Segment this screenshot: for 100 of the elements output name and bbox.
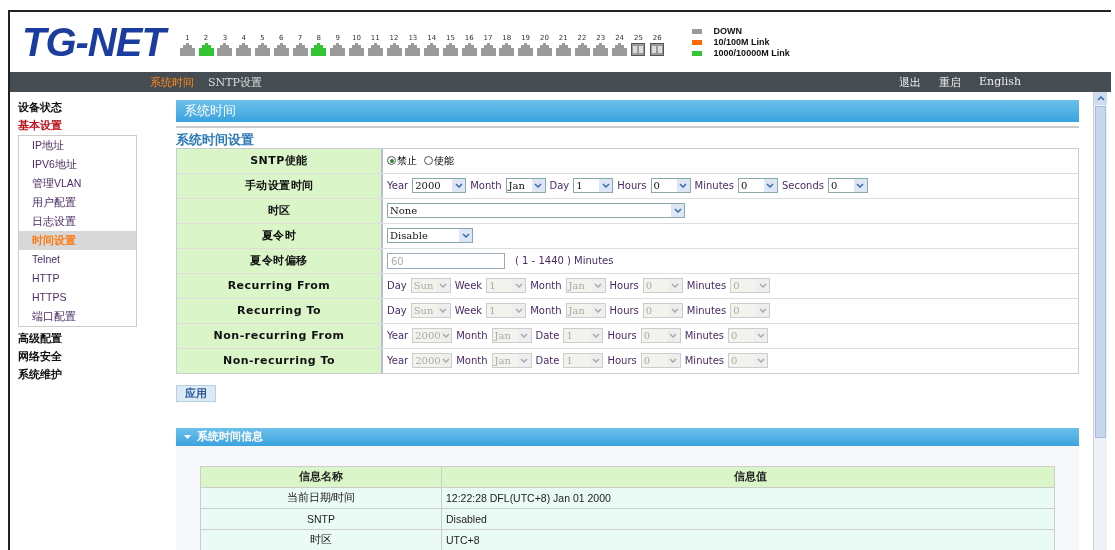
field-caption: Minutes <box>686 305 727 317</box>
legend-label: 1000/10000M Link <box>713 48 790 58</box>
dropdown[interactable]: 0 <box>737 178 778 194</box>
apply-button[interactable]: 应用 <box>176 384 216 402</box>
ethernet-port-icon <box>273 43 289 56</box>
ethernet-port-icon <box>442 43 458 56</box>
chevron-down-icon <box>534 183 542 189</box>
field-label: Non-recurring To <box>177 348 383 373</box>
menu-item[interactable]: 设备状态 <box>18 98 176 116</box>
field-caption: Year <box>387 330 409 342</box>
field-caption: Hours <box>609 305 639 317</box>
dropdown[interactable]: 1 <box>573 178 614 194</box>
submenu-item[interactable]: 管理VLAN <box>19 174 136 193</box>
ethernet-port-icon <box>480 43 496 56</box>
ethernet-port-icon <box>292 43 308 56</box>
ethernet-port-icon <box>198 43 214 56</box>
nav-link[interactable]: 退出 <box>899 74 922 90</box>
dropdown[interactable]: 0 <box>650 178 691 194</box>
column-header: 信息名称 <box>201 467 442 487</box>
ethernet-port-icon <box>236 43 252 56</box>
chevron-down-icon <box>673 208 682 214</box>
chevron-down-icon <box>520 333 528 339</box>
field-caption: Month <box>530 305 562 317</box>
dropdown[interactable]: 2000 <box>412 178 467 194</box>
chevron-down-icon <box>514 308 523 314</box>
dropdown[interactable]: 0 <box>827 178 868 194</box>
field-caption: Month <box>470 180 502 192</box>
ethernet-port-icon <box>348 43 364 56</box>
submenu-item[interactable]: IPV6地址 <box>19 155 136 174</box>
nav-tab[interactable]: 系统时间 <box>150 74 194 90</box>
field-label: 时区 <box>177 198 383 223</box>
menu-item[interactable]: 网络安全 <box>18 347 176 365</box>
page-title: 系统时间 <box>176 100 1079 122</box>
menu-item[interactable]: 基本设置 <box>18 116 176 134</box>
ethernet-port-icon <box>330 43 346 56</box>
chevron-down-icon <box>671 308 680 314</box>
field-caption: Week <box>454 280 483 292</box>
dropdown[interactable]: Disable <box>387 228 473 244</box>
menu-item[interactable]: 高级配置 <box>18 329 176 347</box>
ethernet-port-icon <box>555 43 571 56</box>
radio-option[interactable]: 禁止 <box>387 153 417 168</box>
field-label: 夏令时偏移 <box>177 248 383 273</box>
submenu-item[interactable]: 日志设置 <box>19 212 136 231</box>
submenu-item[interactable]: HTTPS <box>19 288 136 307</box>
legend-label: 10/100M Link <box>713 37 770 47</box>
chevron-down-icon <box>679 183 688 189</box>
chevron-down-icon <box>461 233 470 239</box>
chevron-down-icon <box>594 283 602 289</box>
ethernet-port-icon <box>217 43 233 56</box>
field-caption: Month <box>456 330 488 342</box>
nav-tab[interactable]: SNTP设置 <box>208 74 262 90</box>
ethernet-port-icon <box>593 43 609 56</box>
legend-label: DOWN <box>713 26 743 36</box>
chevron-down-icon <box>758 283 767 289</box>
submenu-item[interactable]: 端口配置 <box>19 307 136 326</box>
submenu-item[interactable]: IP地址 <box>19 136 136 155</box>
ethernet-port-icon <box>179 43 195 56</box>
submenu-item[interactable]: HTTP <box>19 269 136 288</box>
table-cell: 时区 <box>201 530 442 550</box>
field-caption: Year <box>387 180 409 192</box>
chevron-down-icon <box>441 358 450 364</box>
field-caption: Hours <box>617 180 647 192</box>
chevron-down-icon <box>758 308 767 314</box>
submenu-item[interactable]: Telnet <box>19 250 136 269</box>
field-caption: Minutes <box>694 180 734 192</box>
scrollbar[interactable] <box>1093 92 1107 550</box>
field-caption: Hours <box>607 355 637 367</box>
field-caption: Hours <box>607 330 637 342</box>
field-label: 夏令时 <box>177 223 383 248</box>
ethernet-port-icon <box>461 43 477 56</box>
ethernet-port-icon <box>367 43 383 56</box>
chevron-down-icon <box>591 358 600 364</box>
dropdown[interactable]: None <box>387 203 685 219</box>
chevron-down-icon <box>439 283 448 289</box>
field-hint: ( 1 - 1440 ) Minutes <box>515 255 614 267</box>
ethernet-port-icon <box>536 43 552 56</box>
nav-link[interactable]: 重启 <box>939 74 962 90</box>
submenu-item[interactable]: 用户配置 <box>19 193 136 212</box>
field-label: SNTP使能 <box>177 148 383 173</box>
nav-link[interactable]: English <box>979 74 1021 90</box>
chevron-down-icon <box>669 358 678 364</box>
field-label: 手动设置时间 <box>177 173 383 198</box>
chevron-down-icon <box>439 308 448 314</box>
table-cell-text: 12:22:28 DFL(UTC+8) Jan 01 2000 <box>445 491 612 506</box>
radio-option[interactable]: 使能 <box>424 153 454 168</box>
caret-icon <box>184 434 191 439</box>
field-label: Non-recurring From <box>177 323 383 348</box>
field-caption: Minutes <box>686 280 727 292</box>
section-title: 系统时间信息 <box>197 429 263 445</box>
chevron-down-icon <box>514 283 523 289</box>
field-caption: Day <box>549 180 570 192</box>
chevron-up-icon <box>1096 96 1105 101</box>
dropdown[interactable]: Jan <box>505 178 546 194</box>
fiber-port-icon <box>631 43 646 56</box>
ethernet-port-icon <box>424 43 440 56</box>
table-cell: 当前日期/时间 <box>201 488 442 508</box>
field-label: Recurring From <box>177 273 383 298</box>
field-caption: Month <box>456 355 488 367</box>
chevron-down-icon <box>520 358 528 364</box>
menu-item[interactable]: 系统维护 <box>18 365 176 383</box>
